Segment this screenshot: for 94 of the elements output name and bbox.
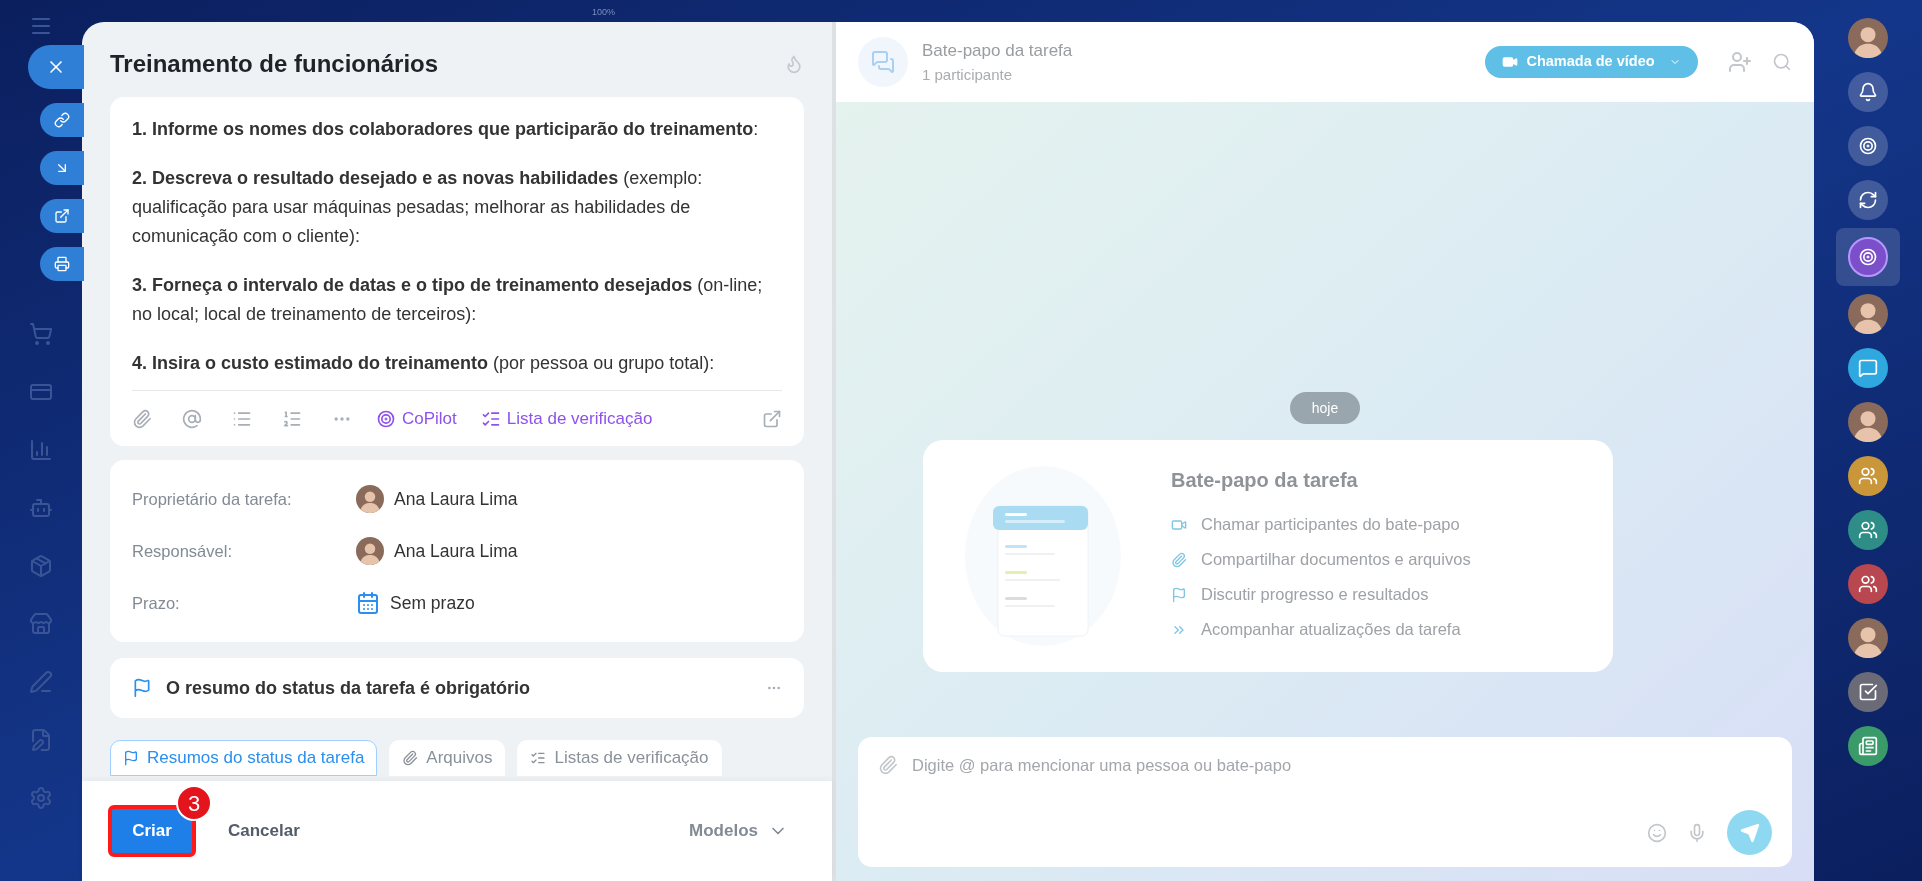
- feature-text: Compartilhar documentos e arquivos: [1201, 549, 1471, 571]
- add-user-icon[interactable]: [1728, 50, 1752, 74]
- field-value[interactable]: Sem prazo: [390, 589, 475, 617]
- status-summary-text: O resumo do status da tarefa é obrigatório: [166, 676, 531, 700]
- participant-count[interactable]: 1 participante: [922, 63, 1073, 86]
- bar-chart-icon[interactable]: [29, 438, 53, 462]
- feature-text: Chamar participantes do bate-papo: [1201, 514, 1460, 536]
- print-button[interactable]: [40, 247, 84, 281]
- avatar: [1848, 18, 1888, 58]
- field-value[interactable]: Ana Laura Lima: [394, 537, 518, 565]
- notifications-button[interactable]: [1848, 72, 1888, 112]
- flag-icon: [123, 750, 139, 766]
- task-chat-button[interactable]: [1848, 672, 1888, 712]
- step-badge: 3: [176, 785, 212, 821]
- attach-icon[interactable]: [132, 408, 152, 429]
- mention-icon[interactable]: [182, 408, 202, 429]
- copilot-chat-button[interactable]: [1848, 237, 1888, 277]
- send-button[interactable]: [1727, 810, 1772, 855]
- input-placeholder: Digite @ para mencionar uma pessoa ou bate-papo: [912, 755, 1292, 776]
- field-label: Responsável:: [132, 540, 233, 562]
- refresh-icon: [1858, 190, 1878, 210]
- calendar-icon: [356, 591, 380, 615]
- avatar: [1848, 618, 1888, 658]
- open-button[interactable]: [40, 199, 84, 233]
- avatar: [356, 537, 384, 565]
- microphone-icon[interactable]: [1687, 822, 1707, 843]
- robot-icon[interactable]: [29, 496, 53, 520]
- attach-icon[interactable]: [878, 755, 898, 776]
- cancel-button[interactable]: Cancelar: [228, 818, 300, 844]
- zoom-label: 100%: [592, 6, 616, 19]
- group-chat-button[interactable]: [1848, 456, 1888, 496]
- flame-icon[interactable]: [784, 53, 804, 74]
- feature-text: Acompanhar atualizações da tarefa: [1201, 619, 1461, 641]
- task-title: Treinamento de funcionários: [110, 48, 439, 79]
- avatar: [1848, 402, 1888, 442]
- tab[interactable]: Arquivos: [389, 740, 506, 776]
- templates-dropdown[interactable]: Modelos: [689, 818, 788, 844]
- intro-title: Bate-papo da tarefa: [1171, 468, 1359, 493]
- link-button[interactable]: [40, 103, 84, 137]
- link-icon: [54, 112, 70, 128]
- avatar: [1848, 294, 1888, 334]
- chat-button[interactable]: [1848, 348, 1888, 388]
- emoji-icon[interactable]: [1647, 822, 1667, 843]
- description-paragraph: 1. Informe os nomes dos colaboradores que participarão do treinamento:: [132, 118, 760, 141]
- cart-icon[interactable]: [29, 322, 53, 346]
- tab[interactable]: Listas de verificação: [517, 740, 722, 776]
- users-icon: [1858, 574, 1878, 594]
- flag-icon: [132, 678, 152, 698]
- field-label: Proprietário da tarefa:: [132, 488, 293, 510]
- pen-icon[interactable]: [29, 670, 53, 694]
- close-button[interactable]: [28, 45, 84, 89]
- field-label: Prazo:: [132, 592, 181, 614]
- chat-icon: [871, 50, 895, 74]
- printer-icon: [54, 256, 70, 272]
- checklist-button[interactable]: Lista de verificação: [480, 405, 653, 432]
- video-call-button[interactable]: Chamada de vídeo: [1485, 46, 1698, 78]
- flag-icon: [1171, 586, 1187, 603]
- chat-title: Bate-papo da tarefa: [922, 40, 1073, 62]
- group-chat-button[interactable]: [1848, 510, 1888, 550]
- message-input[interactable]: Digite @ para mencionar uma pessoa ou bate-papo: [858, 737, 1792, 867]
- field-value[interactable]: Ana Laura Lima: [394, 485, 518, 513]
- feature-text: Discutir progresso e resultados: [1201, 584, 1429, 606]
- description-paragraph: 3. Forneça o intervalo de datas e o tipo de treinamento desejados (on-line; no local; local de treinamento de terceiros):: [132, 274, 764, 326]
- checkbox-icon: [1858, 682, 1878, 702]
- paperclip-icon: [402, 750, 419, 766]
- bell-icon: [1858, 82, 1878, 102]
- store-icon[interactable]: [29, 612, 53, 636]
- package-icon[interactable]: [29, 554, 53, 578]
- video-icon: [1502, 54, 1519, 70]
- download-button[interactable]: [40, 151, 84, 185]
- chat-icon: [1858, 358, 1878, 378]
- group-chat-button[interactable]: [1848, 564, 1888, 604]
- copilot-button[interactable]: CoPilot: [376, 405, 457, 432]
- paperclip-icon: [1171, 551, 1187, 568]
- settings-icon[interactable]: [29, 786, 53, 810]
- copilot-icon: [376, 408, 396, 429]
- users-icon: [1858, 520, 1878, 540]
- chat-transfer-button[interactable]: [1848, 180, 1888, 220]
- users-icon: [1858, 466, 1878, 486]
- document-icon[interactable]: [29, 728, 53, 752]
- description-paragraph: 2. Descreva o resultado desejado e as novas habilidades (exemplo: qualificação para usar máquinas pesadas; melhorar as habilidades de comunicação com o cliente):: [132, 167, 704, 248]
- copilot-icon: [1858, 247, 1878, 267]
- search-icon[interactable]: [1772, 52, 1792, 72]
- description-paragraph: 4. Insira o custo estimado do treinamento (por pessoa ou grupo total):: [132, 352, 716, 375]
- copilot-button[interactable]: [1848, 126, 1888, 166]
- send-icon: [1739, 822, 1760, 843]
- avatar: [356, 485, 384, 513]
- checklist-icon: [530, 750, 547, 766]
- external-link-icon: [54, 208, 70, 224]
- tab[interactable]: Resumos do status da tarefa: [110, 740, 378, 776]
- open-editor-icon[interactable]: [762, 408, 782, 429]
- news-chat-button[interactable]: [1848, 726, 1888, 766]
- copilot-icon: [1858, 136, 1878, 156]
- newspaper-icon: [1858, 736, 1878, 756]
